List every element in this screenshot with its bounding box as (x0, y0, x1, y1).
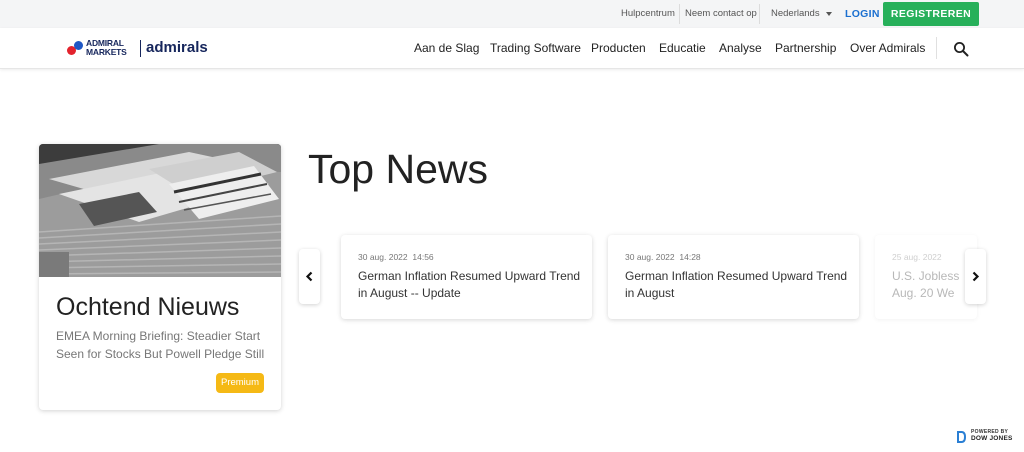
news-slide[interactable]: 25 aug. 2022 U.S. Jobless Aug. 20 We (875, 235, 977, 319)
news-headline: German Inflation Resumed Upward Trend in… (358, 269, 581, 300)
premium-badge: Premium (216, 373, 264, 393)
divider (759, 4, 760, 24)
search-icon[interactable] (953, 41, 969, 57)
news-slide[interactable]: 30 aug. 2022 14:28 German Inflation Resu… (608, 235, 859, 319)
nav-item-aan-de-slag[interactable]: Aan de Slag (414, 28, 479, 68)
carousel-prev-button[interactable] (299, 249, 320, 304)
nav-item-over-admirals[interactable]: Over Admirals (850, 28, 925, 68)
divider (679, 4, 680, 24)
section-title: Top News (308, 146, 489, 192)
news-timestamp: 25 aug. 2022 (892, 252, 942, 262)
nav-item-trading-software[interactable]: Trading Software (490, 28, 581, 68)
contact-link[interactable]: Neem contact op (685, 0, 757, 28)
nav-item-producten[interactable]: Producten (591, 28, 646, 68)
register-button[interactable]: REGISTREREN (883, 2, 979, 26)
main-navigation: ADMIRAL MARKETS admirals Aan de Slag Trad… (0, 28, 1024, 69)
language-selector[interactable]: Nederlands (771, 0, 820, 28)
logo-wordmark: ADMIRAL MARKETS (86, 38, 127, 57)
provider-label: DOW JONES (971, 435, 1013, 442)
login-link[interactable]: LOGIN (845, 0, 880, 28)
utility-bar: Hulpcentrum Neem contact op Nederlands L… (0, 0, 1024, 28)
news-timestamp: 30 aug. 2022 14:28 (625, 252, 701, 262)
nav-item-partnership[interactable]: Partnership (775, 28, 836, 68)
carousel-next-button[interactable] (965, 249, 986, 304)
caret-down-icon[interactable] (826, 12, 832, 16)
logo-divider (140, 40, 141, 57)
news-headline: U.S. Jobless Aug. 20 We (892, 269, 960, 300)
news-slide[interactable]: 30 aug. 2022 14:56 German Inflation Resu… (341, 235, 592, 319)
logo-brand: admirals (146, 39, 208, 56)
card-title: Ochtend Nieuws (56, 293, 240, 321)
dow-jones-attribution[interactable]: POWERED BY DOW JONES (957, 429, 1015, 443)
morning-news-card[interactable]: Ochtend Nieuws EMEA Morning Briefing: St… (39, 144, 281, 410)
news-headline: German Inflation Resumed Upward Trend in… (625, 269, 848, 300)
news-timestamp: 30 aug. 2022 14:56 (358, 252, 434, 262)
nav-item-analyse[interactable]: Analyse (719, 28, 762, 68)
logo-dot-blue (74, 41, 83, 50)
nav-item-educatie[interactable]: Educatie (659, 28, 706, 68)
card-description: EMEA Morning Briefing: Steadier Start Se… (56, 329, 265, 361)
help-center-link[interactable]: Hulpcentrum (621, 0, 675, 28)
dow-jones-logo-icon (957, 430, 967, 443)
divider (936, 37, 937, 59)
newspaper-stack-image (39, 144, 281, 277)
